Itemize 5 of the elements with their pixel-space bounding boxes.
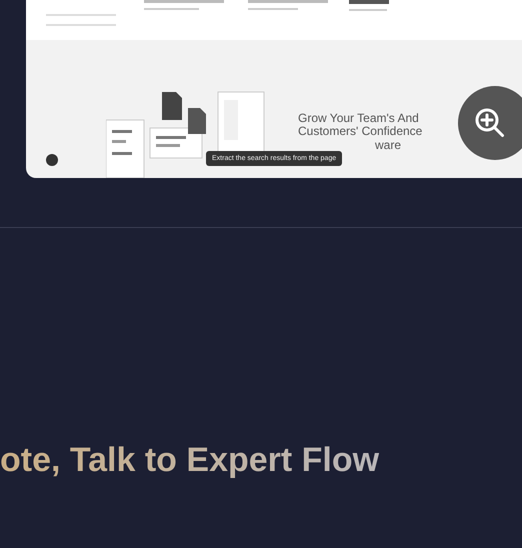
headline-text: Grow Your Team's And xyxy=(298,112,420,125)
headline-text: ware xyxy=(375,139,402,152)
headline-text: Customers' Confidence xyxy=(298,125,422,138)
info-dot-icon xyxy=(46,154,58,166)
zoom-in-icon xyxy=(474,107,506,139)
